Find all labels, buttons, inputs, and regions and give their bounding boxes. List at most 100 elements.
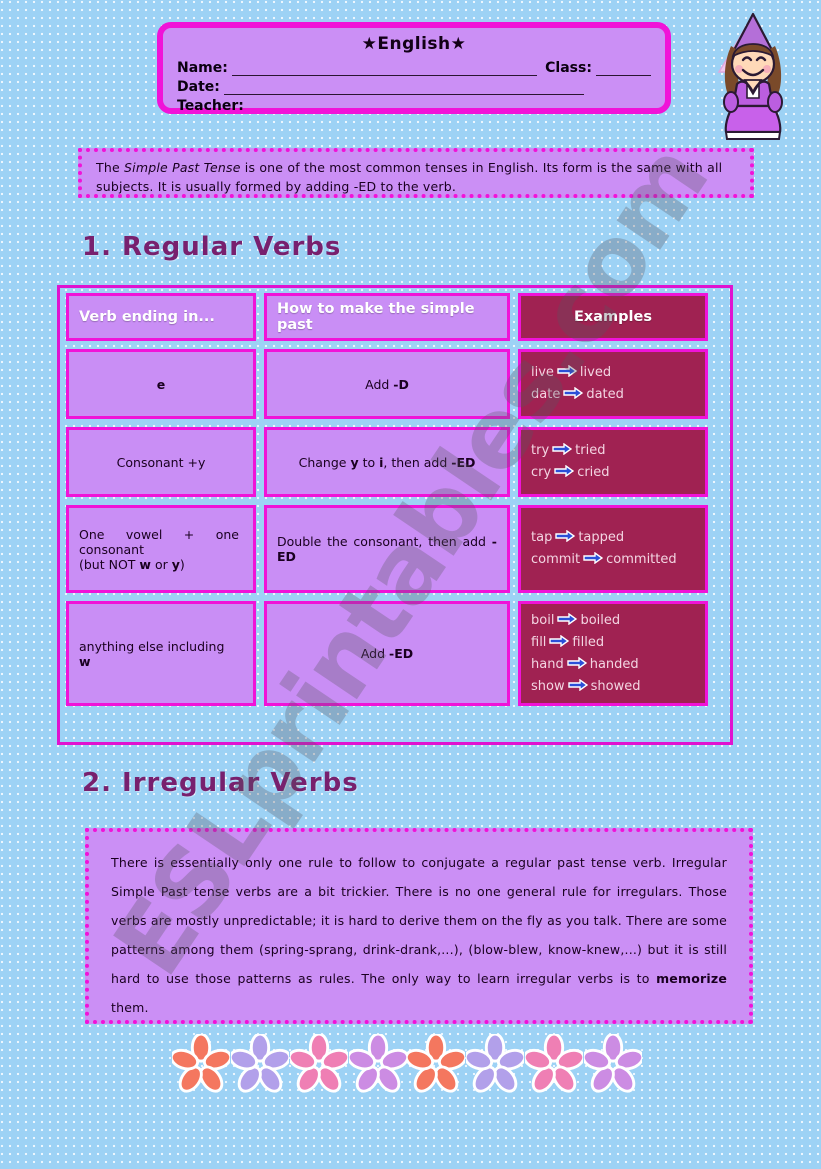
regular-verbs-table: Verb ending in... How to make the simple… <box>57 285 733 745</box>
intro-callout-box: The Simple Past Tense is one of the most… <box>78 148 754 198</box>
date-label: Date: <box>177 79 220 95</box>
example-item: live lived <box>531 362 624 384</box>
irregular-paragraph: There is essentially only one rule to fo… <box>111 848 727 1022</box>
example-past: tried <box>575 443 606 458</box>
ending-line2-pre-3: (but NOT <box>79 556 140 572</box>
table-header-row: Verb ending in... How to make the simple… <box>66 293 724 341</box>
example-base: live <box>531 365 554 380</box>
rule-bold-2c: -ED <box>451 454 476 470</box>
arrow-right-icon <box>549 633 570 655</box>
ending-line2-mid-3: or <box>150 556 172 572</box>
example-item: try tried <box>531 440 610 462</box>
example-past: filled <box>572 634 605 650</box>
ending-line2-b1-4: w <box>79 653 91 669</box>
example-past: tapped <box>578 530 625 545</box>
example-past: dated <box>586 387 624 402</box>
rule-bold-1: -D <box>393 376 409 392</box>
example-base: date <box>531 387 561 402</box>
irregular-verbs-callout-box: There is essentially only one rule to fo… <box>85 828 753 1024</box>
cell-examples-2: try tried cry cried <box>518 427 708 497</box>
rule-pre-4: Add <box>360 646 390 661</box>
flower-decoration-row <box>169 1030 645 1100</box>
cell-rule-4: Add -ED <box>264 601 510 706</box>
ending-value-2: Consonant +y <box>116 454 206 470</box>
irregular-part1: There is essentially only one rule to fo… <box>111 855 727 986</box>
class-label: Class: <box>545 60 592 76</box>
date-input-line[interactable] <box>223 81 584 95</box>
rule-pre-2: Change <box>298 454 351 470</box>
table-header-how-to: How to make the simple past <box>264 293 510 341</box>
class-input-line[interactable] <box>595 62 651 76</box>
rule-post-2: , then add <box>383 454 452 470</box>
rule-pre-3: Double the consonant, then add <box>277 534 492 549</box>
irregular-bold-memorize: memorize <box>656 971 727 986</box>
example-item: cry cried <box>531 462 610 484</box>
example-base: tap <box>531 530 553 545</box>
example-base: fill <box>531 634 547 650</box>
example-past: boiled <box>580 612 621 628</box>
cell-ending-2: Consonant +y <box>66 427 256 497</box>
irregular-part2: them. <box>111 1000 149 1015</box>
intro-before: The <box>96 160 125 175</box>
worksheet-header-box: ★English★ Name: Class: Date: Teacher: <box>157 22 671 114</box>
cell-ending-4: anything else including w <box>66 601 256 706</box>
flower-icon <box>346 1032 409 1096</box>
intro-paragraph: The Simple Past Tense is one of the most… <box>96 158 736 196</box>
example-past: committed <box>606 552 677 567</box>
example-past: cried <box>577 465 610 480</box>
ending-line1-3: One vowel + one consonant <box>79 526 239 557</box>
example-item: show showed <box>531 676 640 698</box>
cell-rule-3: Double the consonant, then add -ED <box>264 505 510 593</box>
cell-ending-1: e <box>66 349 256 419</box>
flower-icon <box>228 1032 291 1096</box>
table-row: Consonant +y Change y to i, then add -ED… <box>66 427 724 497</box>
example-item: tap tapped <box>531 527 677 549</box>
cell-ending-3: One vowel + one consonant (but NOT w or … <box>66 505 256 593</box>
flower-icon <box>522 1032 586 1096</box>
name-class-row: Name: Class: <box>177 57 651 76</box>
rule-pre-1: Add <box>365 376 394 392</box>
arrow-right-icon <box>557 363 578 385</box>
arrow-right-icon <box>583 550 604 572</box>
example-past: showed <box>590 678 641 694</box>
example-item: hand handed <box>531 654 640 676</box>
cell-rule-1: Add -D <box>264 349 510 419</box>
flower-icon <box>581 1032 645 1096</box>
rule-mid-2: to <box>358 454 380 470</box>
table-header-examples: Examples <box>518 293 708 341</box>
page-title: ★English★ <box>361 34 467 54</box>
example-item: boil boiled <box>531 610 640 632</box>
example-base: commit <box>531 552 581 567</box>
section-heading-irregular-verbs: 2. Irregular Verbs <box>82 768 359 798</box>
rule-bold-4: -ED <box>389 646 414 661</box>
arrow-right-icon <box>567 655 587 677</box>
example-item: fill filled <box>531 632 640 654</box>
section-heading-regular-verbs: 1. Regular Verbs <box>82 232 342 262</box>
example-past: handed <box>589 656 639 672</box>
cell-examples-3: tap tapped commit committed <box>518 505 708 593</box>
rule-bold-2a: y <box>350 454 359 470</box>
date-row: Date: <box>177 76 651 95</box>
example-base: try <box>531 443 550 458</box>
flower-icon <box>405 1032 468 1096</box>
ending-line2-post-3: ) <box>179 556 185 572</box>
cell-examples-1: live lived date dated <box>518 349 708 419</box>
name-input-line[interactable] <box>231 62 538 76</box>
flower-icon <box>287 1032 350 1096</box>
table-row: One vowel + one consonant (but NOT w or … <box>66 505 724 593</box>
teacher-row: Teacher: <box>177 95 651 114</box>
example-base: hand <box>531 656 564 672</box>
example-base: cry <box>531 465 552 480</box>
example-base: show <box>531 678 565 694</box>
ending-value-1: e <box>156 376 166 392</box>
cell-rule-2: Change y to i, then add -ED <box>264 427 510 497</box>
arrow-right-icon <box>557 611 578 633</box>
arrow-right-icon <box>554 463 575 485</box>
name-label: Name: <box>177 60 228 76</box>
example-item: commit committed <box>531 549 677 571</box>
ending-line2-b2-3: y <box>171 556 180 572</box>
table-row: e Add -D live lived date dated <box>66 349 724 419</box>
example-item: date dated <box>531 384 624 406</box>
flower-icon <box>169 1032 233 1096</box>
teacher-label: Teacher: <box>177 98 244 114</box>
